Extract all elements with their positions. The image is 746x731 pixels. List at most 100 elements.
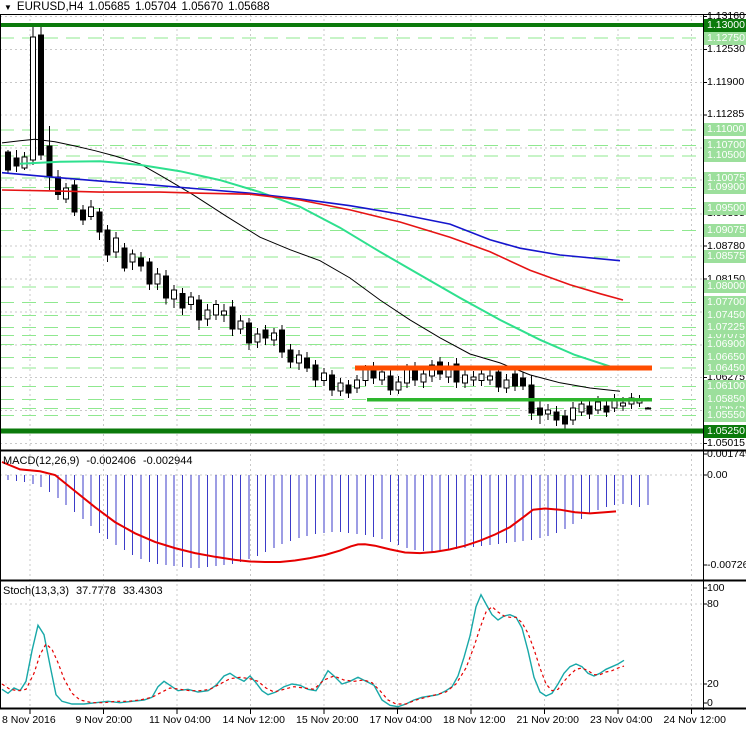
price-badge-light: 1.07225 [704, 321, 746, 335]
stoch-value-k: 37.7778 [76, 585, 116, 597]
candle-body-up [403, 369, 410, 384]
macd-value-signal: -0.002944 [142, 455, 193, 467]
candle-body-up [486, 375, 493, 381]
candle-body-up [545, 409, 552, 415]
candle-body-down [561, 415, 568, 425]
candle-body-up [395, 381, 402, 391]
candle-body-up [113, 237, 120, 253]
candle-body-down [603, 405, 610, 413]
candle-body-down [553, 411, 560, 421]
candle-body-up [644, 407, 651, 410]
ohlc-open: 1.05685 [88, 1, 130, 13]
macd-axis-label: -0.00726 [707, 558, 746, 571]
candle-body-up [578, 403, 585, 413]
date-label: 17 Nov 04:00 [369, 714, 432, 726]
stoch-k-line [1, 593, 625, 708]
ma-fast-black-line [1, 138, 621, 392]
price-badge-dark: 1.05250 [704, 424, 746, 438]
candle-body-down [262, 329, 269, 339]
candle-body-down [121, 247, 128, 269]
price-badge-light: 1.06450 [704, 361, 746, 375]
ohlc-low: 1.05670 [181, 1, 224, 13]
macd-panel-label: MACD(12,26,9) -0.002406 -0.002944 [3, 455, 193, 467]
candle-body-up [619, 402, 626, 407]
candle-body-up [354, 379, 361, 389]
stoch-value-d: 33.4303 [122, 585, 163, 597]
stoch-axis-label: 20 [707, 677, 719, 690]
symbol-timeframe: EURUSD,H4 [16, 1, 84, 13]
candle-body-down [345, 384, 352, 394]
candle-body-up [378, 371, 385, 381]
candle-body-down [387, 375, 394, 391]
price-badge-light: 1.11000 [704, 123, 746, 137]
candle-body-down [137, 257, 144, 267]
price-badge-light: 1.10500 [704, 149, 746, 163]
candle-body-down [536, 407, 543, 416]
chart-title: ▼ EURUSD,H4 1.05685 1.05704 1.05670 1.05… [4, 1, 270, 13]
candle-body-up [478, 373, 485, 382]
candle-body-up [171, 289, 178, 300]
price-label: 1.11900 [707, 76, 745, 89]
chart-menu-icon[interactable]: ▼ [4, 2, 12, 13]
candle-body-up [204, 309, 211, 320]
candle-body-up [320, 372, 327, 382]
candle-body-up [237, 320, 244, 330]
candle-body-up [63, 187, 70, 200]
candle-body-down [586, 405, 593, 415]
candle-body-up [270, 332, 277, 341]
price-badge-light: 1.05850 [704, 393, 746, 407]
candle-body-down [520, 377, 527, 387]
price-badge-light: 1.09075 [704, 224, 746, 238]
stoch-axis-label: 100 [707, 581, 725, 594]
stoch-axis-label: 80 [707, 597, 719, 610]
date-label: 18 Nov 12:00 [443, 714, 506, 726]
price-label: 1.11285 [707, 108, 745, 121]
date-label: 21 Nov 20:00 [516, 714, 579, 726]
candle-body-up [295, 354, 302, 364]
candle-body-down [71, 184, 78, 213]
candle-body-down [179, 293, 186, 309]
stoch-axis-label: 0 [707, 696, 713, 709]
stoch-d-line [1, 605, 625, 705]
candle-body-down [5, 151, 11, 171]
date-label: 15 Nov 20:00 [296, 714, 359, 726]
date-label: 11 Nov 04:00 [149, 714, 211, 726]
macd-axis-label: 0.00 [707, 468, 728, 481]
ma-red-line [1, 189, 624, 301]
candle-body-up [470, 376, 477, 381]
mt4-chart-window: ▼ EURUSD,H4 1.05685 1.05704 1.05670 1.05… [0, 0, 746, 731]
price-badge-light: 1.06100 [704, 379, 746, 393]
macd-signal-line [1, 461, 617, 563]
candle-body-down [287, 349, 294, 363]
candle-body-down [312, 364, 319, 381]
candle-body-down [196, 299, 203, 321]
candle-body-up [462, 374, 469, 384]
macd-value-main: -0.002406 [86, 455, 136, 467]
macd-indicator-name: MACD(12,26,9) [3, 455, 80, 467]
candle-body-down [13, 157, 20, 167]
stoch-panel-label: Stoch(13,3,3) 37.7778 33.4303 [3, 585, 163, 597]
price-badge-dark: 1.13000 [704, 18, 746, 32]
candle-body-down [245, 322, 252, 344]
candle-body-down [304, 357, 311, 369]
candle-body-up [254, 333, 261, 343]
price-badge-light: 1.06900 [704, 338, 746, 352]
price-badge-light: 1.09500 [704, 201, 746, 215]
date-label: 14 Nov 12:00 [222, 714, 285, 726]
candle-body-up [362, 369, 369, 382]
candle-body-down [104, 229, 111, 256]
candle-body-up [154, 273, 161, 285]
chart-canvas[interactable] [0, 0, 746, 731]
candle-body-up [503, 379, 510, 389]
candle-body-down [495, 371, 502, 388]
candle-body-up [595, 401, 602, 411]
candle-body-up [212, 304, 219, 316]
candle-body-up [337, 382, 344, 392]
macd-axis-label: 0.001749 [707, 447, 746, 460]
candle-body-down [279, 329, 286, 353]
date-label: 24 Nov 12:00 [663, 714, 726, 726]
price-badge-light: 1.05550 [704, 408, 746, 422]
price-badge-light: 1.08000 [704, 280, 746, 294]
candle-body-down [38, 34, 45, 156]
candle-body-down [229, 306, 236, 330]
